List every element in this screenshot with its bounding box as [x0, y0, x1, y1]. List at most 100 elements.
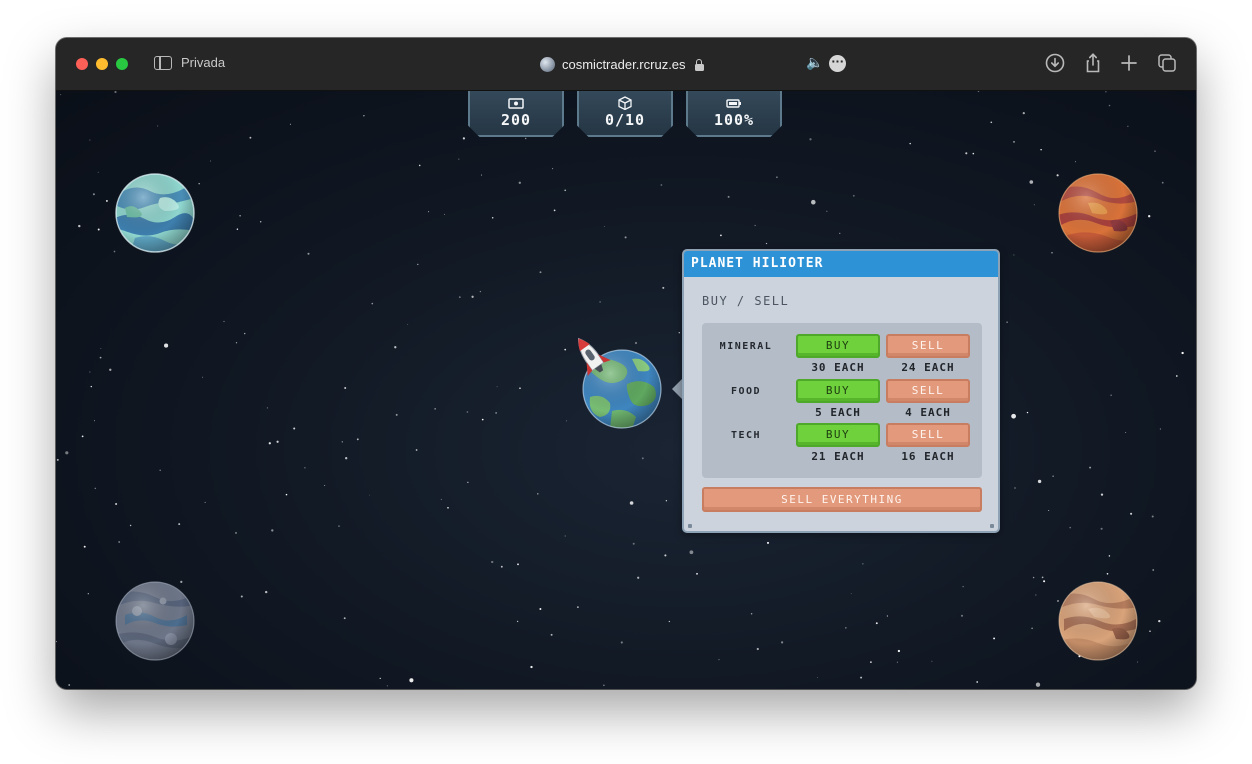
star [1069, 526, 1072, 529]
star [564, 535, 566, 537]
star [129, 524, 132, 527]
star [90, 385, 93, 388]
star [268, 442, 271, 445]
dialog-title: PLANET HILIOTER [684, 251, 998, 277]
star [870, 661, 872, 663]
star [1014, 487, 1016, 489]
star [467, 481, 469, 483]
star [265, 590, 268, 594]
star [637, 576, 640, 579]
close-window-button[interactable] [76, 58, 88, 70]
star [516, 620, 519, 623]
address-bar[interactable]: cosmictrader.rcruz.es [540, 54, 704, 74]
spaceship-icon[interactable] [566, 331, 614, 379]
star [603, 226, 605, 228]
star [395, 413, 398, 416]
browser-toolbar: Privada cosmictrader.rcruz.es 🔈 ··· [56, 38, 1196, 91]
star [1137, 661, 1138, 663]
star [1125, 431, 1127, 434]
star [765, 242, 768, 245]
sell-price-food: 4 EACH [905, 406, 951, 419]
star [1032, 576, 1035, 579]
star [491, 217, 494, 219]
star [417, 263, 419, 266]
star [852, 194, 855, 197]
star [356, 438, 359, 441]
star [97, 171, 99, 173]
star [198, 182, 200, 185]
star [1175, 375, 1178, 377]
star [56, 641, 57, 643]
star [962, 586, 964, 588]
star [634, 341, 638, 345]
star [1181, 351, 1184, 355]
sidebar-toggle-icon[interactable] [154, 56, 172, 70]
more-options-icon[interactable]: ··· [829, 55, 846, 72]
star [379, 677, 381, 680]
new-tab-icon[interactable] [1118, 52, 1140, 74]
star [235, 342, 238, 344]
game-canvas[interactable]: 200 0/10 100% PLANET HILIOTER BUY / SELL… [56, 91, 1196, 689]
star [324, 484, 326, 486]
star [83, 545, 86, 548]
dialog-pointer [672, 379, 682, 399]
star [990, 121, 993, 124]
star [766, 541, 770, 544]
planet-gray[interactable] [115, 581, 195, 661]
share-icon[interactable] [1082, 52, 1104, 74]
minimize-window-button[interactable] [96, 58, 108, 70]
star [115, 502, 118, 506]
star [1051, 252, 1053, 254]
star [909, 142, 911, 145]
cube-icon [618, 96, 632, 110]
star [481, 418, 484, 421]
sell-mineral-button[interactable]: SELL [886, 334, 970, 358]
buy-tech-button[interactable]: BUY [796, 423, 880, 447]
star [525, 137, 527, 140]
planet-cyan[interactable] [115, 173, 195, 253]
star [1154, 150, 1156, 152]
star [972, 152, 975, 155]
star [875, 622, 878, 625]
sell-tech-button[interactable]: SELL [886, 423, 970, 447]
star [81, 435, 84, 438]
star [56, 458, 59, 461]
buy-food-button[interactable]: BUY [796, 379, 880, 403]
planet-tan[interactable] [1058, 581, 1138, 661]
sell-everything-button[interactable]: SELL EVERYTHING [702, 487, 982, 512]
star [276, 440, 279, 443]
star [1130, 512, 1133, 515]
banknote-icon [508, 98, 524, 109]
star [1105, 91, 1107, 93]
speaker-icon[interactable]: 🔈 [806, 55, 823, 71]
download-icon[interactable] [1044, 52, 1066, 74]
star [114, 91, 117, 94]
star [1108, 104, 1111, 107]
sell-food-button[interactable]: SELL [886, 379, 970, 403]
good-name-mineral: MINERAL [719, 341, 773, 352]
battery-icon [726, 99, 741, 108]
star [720, 234, 722, 237]
buy-mineral-button[interactable]: BUY [796, 334, 880, 358]
planet-red[interactable] [1058, 173, 1138, 253]
star [553, 209, 556, 212]
star [371, 302, 374, 305]
star [1148, 215, 1151, 218]
tab-overview-icon[interactable] [1156, 52, 1178, 74]
star [519, 387, 521, 390]
star [289, 123, 291, 125]
star [223, 320, 225, 323]
star [1043, 580, 1046, 583]
cargo-value: 0/10 [604, 111, 646, 129]
star [394, 346, 397, 349]
star [345, 457, 348, 460]
zoom-window-button[interactable] [116, 58, 128, 70]
star [886, 615, 889, 617]
star [293, 427, 296, 430]
star [1089, 466, 1092, 469]
star [576, 606, 579, 609]
star [458, 158, 460, 160]
star [539, 608, 542, 610]
star [976, 681, 979, 683]
good-name-tech: TECH [730, 430, 762, 441]
